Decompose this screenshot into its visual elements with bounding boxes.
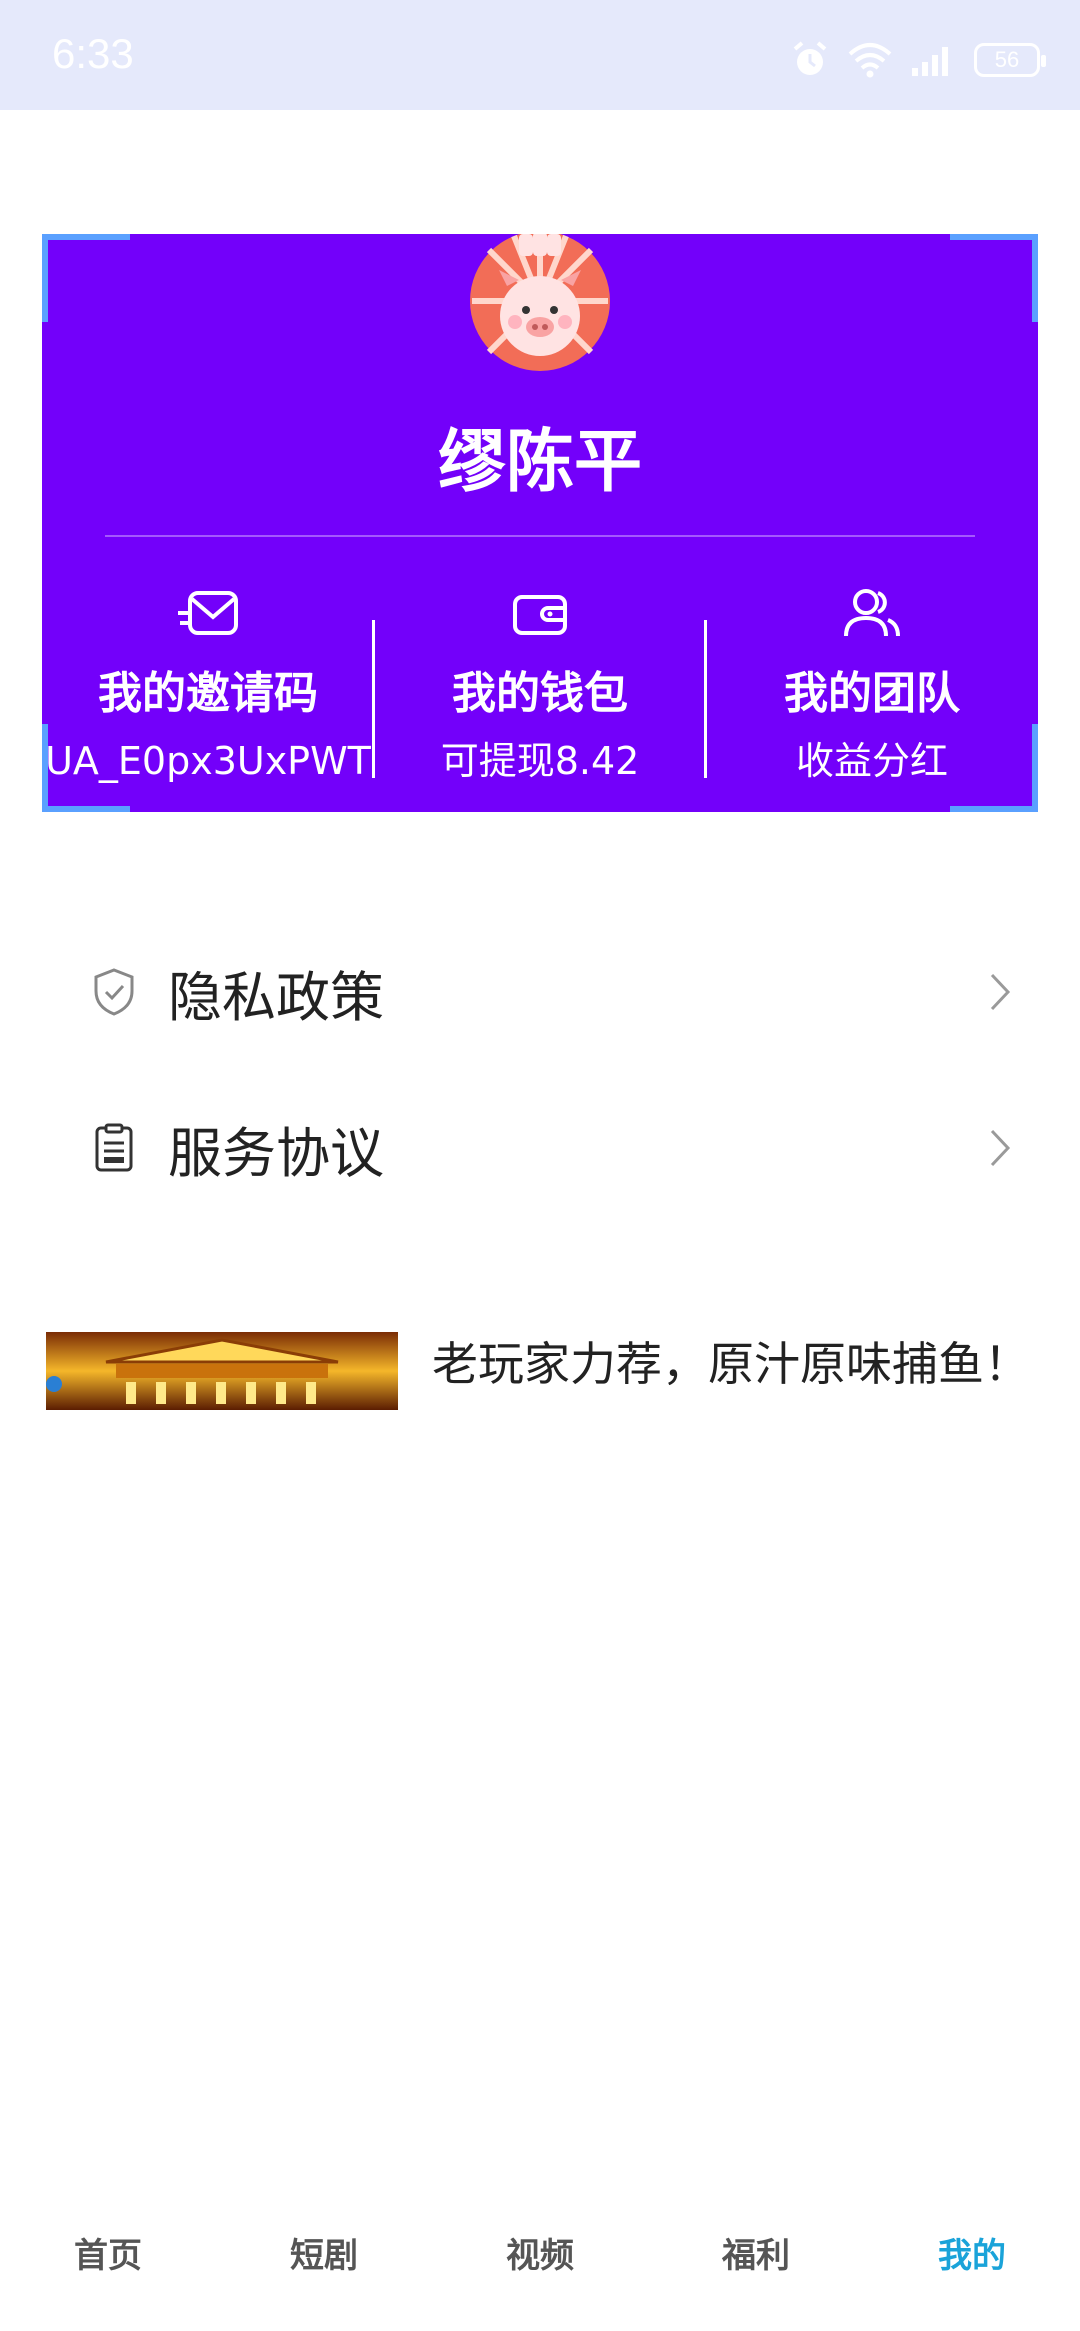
nav-item-mine[interactable]: 我的 bbox=[864, 2200, 1080, 2312]
article-thumbnail bbox=[46, 1332, 398, 1410]
menu-item-label: 服务协议 bbox=[168, 1121, 384, 1185]
invite-code-title: 我的邀请码 bbox=[98, 668, 318, 719]
card-divider bbox=[105, 535, 975, 537]
mail-icon bbox=[42, 584, 374, 644]
corner-top-left bbox=[42, 234, 130, 322]
nav-item-short-drama[interactable]: 短剧 bbox=[216, 2200, 432, 2312]
battery-level: 56 bbox=[994, 47, 1020, 72]
invite-code-item[interactable]: 我的邀请码 UA_E0px3UxPWT bbox=[42, 584, 374, 812]
menu-item-service-agreement[interactable]: 服务协议 bbox=[0, 1078, 1080, 1218]
wallet-title: 我的钱包 bbox=[452, 668, 628, 719]
nav-item-video[interactable]: 视频 bbox=[432, 2200, 648, 2312]
document-icon bbox=[86, 1120, 142, 1176]
shield-icon bbox=[86, 964, 142, 1020]
team-icon bbox=[706, 584, 1038, 644]
menu-item-privacy[interactable]: 隐私政策 bbox=[0, 922, 1080, 1062]
signal-icon bbox=[910, 42, 956, 78]
bottom-nav: 首页 短剧 视频 福利 我的 bbox=[0, 2200, 1080, 2312]
invite-code-value: UA_E0px3UxPWT bbox=[45, 739, 371, 783]
article-card[interactable]: 老玩家力荐，原汁原味捕鱼！ bbox=[46, 1332, 1046, 1410]
nav-item-benefits[interactable]: 福利 bbox=[648, 2200, 864, 2312]
wifi-icon bbox=[848, 42, 892, 78]
chevron-right-icon bbox=[980, 964, 1020, 1020]
wallet-balance: 可提现8.42 bbox=[440, 739, 640, 783]
corner-top-right bbox=[950, 234, 1038, 322]
wallet-icon bbox=[374, 584, 706, 644]
user-name: 缪陈平 bbox=[437, 423, 642, 502]
team-title: 我的团队 bbox=[784, 668, 960, 719]
status-icons: 56 bbox=[790, 40, 1046, 80]
status-time: 6:33 bbox=[52, 30, 134, 77]
article-title: 老玩家力荐，原汁原味捕鱼！ bbox=[432, 1337, 1030, 1391]
status-bar: 6:33 56 bbox=[0, 0, 1080, 110]
battery-icon: 56 bbox=[974, 43, 1046, 77]
chevron-right-icon bbox=[980, 1120, 1020, 1176]
menu-item-label: 隐私政策 bbox=[168, 965, 384, 1029]
team-subtitle: 收益分红 bbox=[795, 739, 948, 783]
wallet-item[interactable]: 我的钱包 可提现8.42 bbox=[374, 584, 706, 812]
pig-avatar-icon[interactable] bbox=[469, 234, 611, 372]
alarm-icon bbox=[790, 40, 830, 80]
team-item[interactable]: 我的团队 收益分红 bbox=[706, 584, 1038, 812]
profile-card: 缪陈平 我的邀请码 UA_E0px3UxPWT 我的钱包 可提现8.42 我的团… bbox=[42, 234, 1038, 812]
nav-item-home[interactable]: 首页 bbox=[0, 2200, 216, 2312]
